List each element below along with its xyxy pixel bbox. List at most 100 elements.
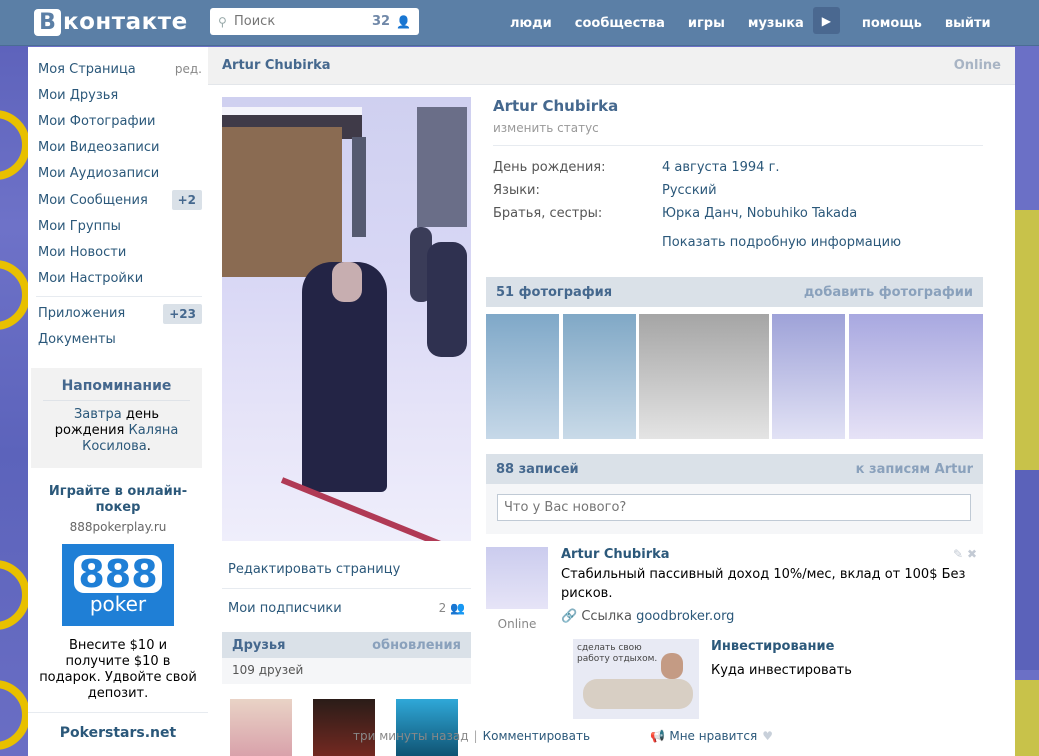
friend-avatar[interactable]	[396, 699, 458, 756]
decor-ring	[0, 260, 30, 330]
edit-pencil-icon[interactable]: ✎	[953, 547, 963, 561]
change-status-link[interactable]: изменить статус	[493, 121, 983, 135]
post-link-domain[interactable]: goodbroker.org	[636, 609, 734, 624]
sidebar-item-label: Приложения	[38, 306, 126, 322]
background-right-decoration	[1015, 0, 1039, 756]
left-sidebar: Моя Страница ред. Мои Друзья Мои Фотогра…	[28, 47, 208, 756]
online-status: Online	[953, 58, 1001, 73]
friend-avatar[interactable]	[230, 699, 292, 756]
pokerstars-ad[interactable]: Pokerstars.net	[28, 712, 208, 741]
sidebar-item-settings[interactable]: Мои Настройки	[28, 266, 208, 292]
preview-image-caption: сделать свою работу отдыхом.	[577, 643, 658, 664]
ad-image-word: poker	[89, 592, 147, 617]
photo-thumbnail[interactable]	[563, 314, 636, 439]
photo-thumbnail[interactable]	[849, 314, 983, 439]
nav-music[interactable]: музыка	[748, 16, 804, 31]
vk-logo[interactable]: В контакте	[34, 8, 188, 36]
sidebar-item-photos[interactable]: Мои Фотографии	[28, 108, 208, 134]
play-icon[interactable]: ▶	[812, 7, 840, 34]
sidebar-item-label: Мои Фотографии	[38, 113, 156, 129]
sidebar-item-label: Документы	[38, 332, 116, 348]
wall-input-area	[486, 484, 983, 534]
info-value-link[interactable]: 4 августа 1994 г.	[662, 160, 780, 175]
sidebar-item-news[interactable]: Мои Новости	[28, 239, 208, 265]
wall-title: 88 записей	[496, 461, 579, 477]
sidebar-item-messages[interactable]: Мои Сообщения +2	[28, 187, 208, 213]
photo-shape	[352, 137, 366, 237]
ad2-title[interactable]: Pokerstars.net	[28, 725, 208, 741]
show-more-info-link[interactable]: Показать подробную информацию	[662, 235, 983, 250]
sidebar-item-documents[interactable]: Документы	[28, 327, 208, 353]
comment-link[interactable]: Комментировать	[483, 729, 590, 743]
link-preview-image[interactable]: сделать свою работу отдыхом.	[573, 639, 699, 719]
nav-communities[interactable]: сообщества	[575, 16, 665, 31]
profile-photo[interactable]	[222, 97, 471, 541]
like-link[interactable]: Мне нравится	[669, 729, 757, 743]
sidebar-item-videos[interactable]: Мои Видеозаписи	[28, 135, 208, 161]
nav-people[interactable]: люди	[510, 16, 552, 31]
sidebar-item-label: Мои Аудиозаписи	[38, 166, 160, 182]
search-count: 32	[371, 14, 391, 29]
heart-icon[interactable]: ♥	[762, 729, 773, 743]
subscribers-link[interactable]: Мои подписчики 2 👥	[222, 589, 471, 627]
reminder-text: Завтра день рождения Каляна Косилова.	[54, 407, 179, 455]
sidebar-item-groups[interactable]: Мои Группы	[28, 213, 208, 239]
post-tools: ✎ ✖	[953, 547, 977, 561]
wall-header[interactable]: 88 записей к записям Artur	[486, 454, 983, 484]
sidebar-item-audio[interactable]: Мои Аудиозаписи	[28, 161, 208, 187]
sidebar-divider	[36, 295, 202, 297]
photos-header[interactable]: 51 фотография добавить фотографии	[486, 277, 983, 307]
header-user-name: Artur Chubirka	[222, 58, 331, 73]
ad-image[interactable]: 888 poker	[62, 544, 174, 627]
reminder-when-link[interactable]: Завтра	[74, 407, 122, 422]
info-row-birthday: День рождения: 4 августа 1994 г.	[493, 156, 983, 179]
photo-thumbnail[interactable]	[772, 314, 845, 439]
info-row-siblings: Братья, сестры: Юрка Данч, Nobuhiko Taka…	[493, 202, 983, 225]
sidebar-item-my-page[interactable]: Моя Страница ред.	[28, 56, 208, 82]
post-time[interactable]: три минуты назад	[353, 729, 469, 743]
edit-link[interactable]: ред.	[175, 62, 202, 76]
photo-thumbnail[interactable]	[639, 314, 769, 439]
search-icon: ⚲	[218, 14, 227, 29]
link-card-subtitle: Куда инвестировать	[711, 663, 852, 678]
poker-ad[interactable]: Играйте в онлайн-покер 888pokerplay.ru 8…	[28, 484, 208, 702]
search-box[interactable]: ⚲ 32 👤	[210, 8, 419, 35]
post-text: Стабильный пассивный доход 10%/мес, вкла…	[561, 567, 966, 601]
sidebar-item-friends[interactable]: Мои Друзья	[28, 82, 208, 108]
info-value-link[interactable]: Русский	[662, 183, 717, 198]
add-photos-link[interactable]: добавить фотографии	[804, 285, 973, 300]
people-icon: 👥	[450, 601, 465, 615]
sidebar-item-label: Мои Друзья	[38, 87, 119, 103]
ad-domain: 888pokerplay.ru	[69, 520, 167, 535]
photos-title: 51 фотография	[496, 284, 613, 300]
decor-ring	[0, 560, 30, 630]
profile-header: Artur Chubirka Online	[208, 47, 1015, 85]
photo-shape	[222, 127, 342, 277]
sidebar-item-apps[interactable]: Приложения +23	[28, 301, 208, 327]
photo-shape	[427, 242, 467, 357]
post-author-link[interactable]: Artur Chubirka	[561, 547, 981, 562]
delete-x-icon[interactable]: ✖	[967, 547, 977, 561]
edit-page-link[interactable]: Редактировать страницу	[222, 551, 471, 589]
nav-games[interactable]: игры	[688, 16, 725, 31]
profile-info: Artur Chubirka изменить статус День рожд…	[493, 97, 983, 250]
friends-updates-link[interactable]: обновления	[372, 638, 461, 653]
footer-separator: |	[473, 729, 478, 743]
friends-header[interactable]: Друзья обновления	[222, 632, 471, 658]
sidebar-item-label: Мои Группы	[38, 218, 121, 234]
nav-logout[interactable]: выйти	[945, 16, 991, 31]
photo-thumbnail[interactable]	[486, 314, 559, 439]
info-value-link[interactable]: Юрка Данч, Nobuhiko Takada	[662, 206, 857, 221]
sidebar-item-label: Мои Сообщения	[38, 192, 148, 208]
wall-post-input[interactable]	[497, 494, 971, 521]
link-card-title[interactable]: Инвестирование	[711, 639, 834, 654]
ad-title[interactable]: Играйте в онлайн-покер	[28, 484, 208, 516]
search-input[interactable]	[234, 14, 364, 29]
nav-help[interactable]: помощь	[862, 16, 922, 31]
share-megaphone-icon[interactable]: 📢	[650, 729, 665, 743]
background-left-decoration	[0, 0, 30, 756]
to-posts-link[interactable]: к записям Artur	[856, 462, 973, 477]
friend-avatar[interactable]	[313, 699, 375, 756]
post-author-avatar[interactable]	[486, 547, 548, 609]
sidebar-item-label: Мои Видеозаписи	[38, 140, 160, 156]
